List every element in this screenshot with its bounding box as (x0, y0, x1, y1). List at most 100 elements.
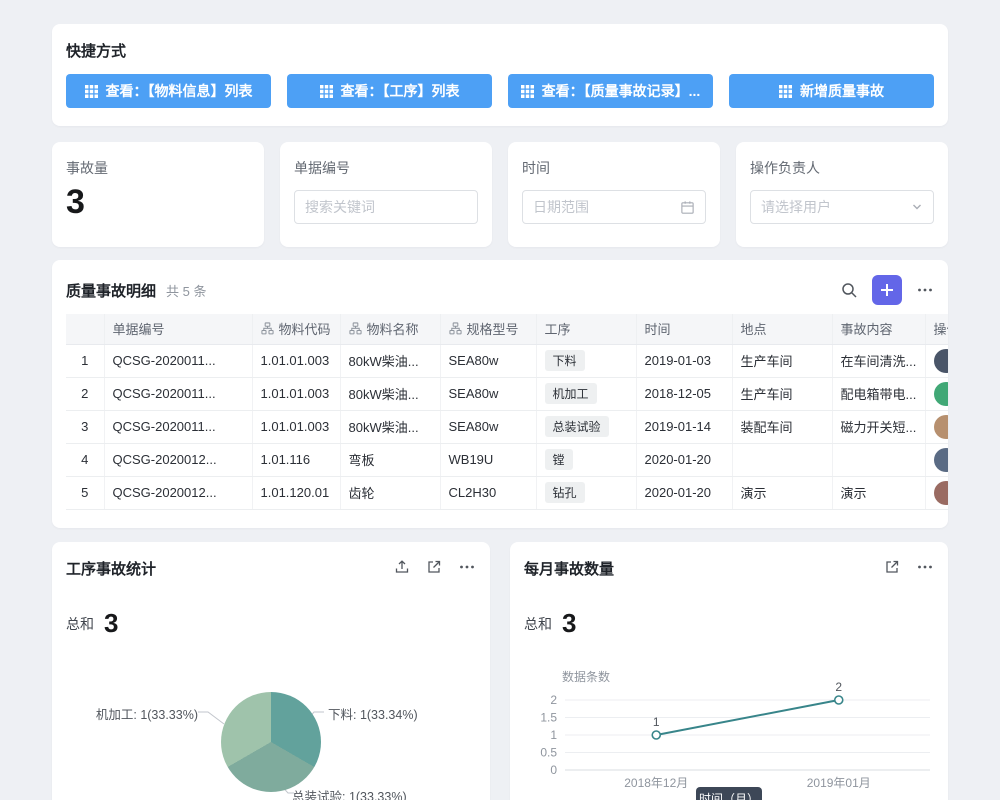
cell-place: 演示 (732, 476, 832, 509)
col-header-content[interactable]: 事故内容 (832, 314, 925, 344)
cell-content (832, 443, 925, 476)
table-header-row: 单据编号 物料代码 物料名称 规格型号 工序 时间 地点 事故内容 操作负责人 (66, 314, 948, 344)
col-header-spec[interactable]: 规格型号 (440, 314, 536, 344)
pie-total-label: 总和 (66, 614, 94, 634)
x-tick-label: 2018年12月 (624, 776, 688, 790)
tree-icon (449, 322, 462, 335)
doc-no-search-input[interactable] (305, 199, 467, 215)
data-point-label: 2 (835, 680, 842, 694)
shortcut-label: 查看：【物料信息】列表 (106, 81, 253, 101)
cell-doc-no: QCSG-2020011... (104, 410, 252, 443)
record-count: 共 5 条 (166, 281, 206, 300)
shortcut-view-material-list-button[interactable]: 查看：【物料信息】列表 (66, 74, 271, 108)
col-header-doc-no[interactable]: 单据编号 (104, 314, 252, 344)
table-scroll-area[interactable]: 单据编号 物料代码 物料名称 规格型号 工序 时间 地点 事故内容 操作负责人 … (66, 314, 948, 510)
cell-material-name: 80kW柴油... (340, 344, 440, 377)
cell-place: 生产车间 (732, 344, 832, 377)
shortcut-button-row: 查看：【物料信息】列表 查看：【工序】列表 查看：【质量事故记录】... 新增质… (66, 74, 934, 108)
grid-icon (779, 85, 792, 98)
cell-content: 磁力开关短... (832, 410, 925, 443)
shortcut-label: 新增质量事故 (800, 81, 884, 101)
data-point[interactable] (652, 731, 660, 739)
table-toolbar (840, 275, 934, 305)
cell-time: 2020-01-20 (636, 443, 732, 476)
incidents-table: 单据编号 物料代码 物料名称 规格型号 工序 时间 地点 事故内容 操作负责人 … (66, 314, 948, 510)
pie-total-row: 总和 3 (66, 608, 118, 639)
line-total-label: 总和 (524, 614, 552, 634)
cell-index: 3 (66, 410, 104, 443)
table-row[interactable]: 2 QCSG-2020011... 1.01.01.003 80kW柴油... … (66, 377, 948, 410)
cell-place: 生产车间 (732, 377, 832, 410)
chevron-down-icon (911, 201, 923, 213)
grid-icon (320, 85, 333, 98)
add-record-button[interactable] (872, 275, 902, 305)
shortcut-view-process-list-button[interactable]: 查看：【工序】列表 (287, 74, 492, 108)
cell-spec: CL2H30 (440, 476, 536, 509)
y-tick-label: 0.5 (540, 746, 557, 760)
shortcut-new-incident-button[interactable]: 新增质量事故 (729, 74, 934, 108)
incident-detail-card: 质量事故明细 共 5 条 单据编号 (52, 260, 948, 528)
open-in-new-icon[interactable] (426, 559, 442, 575)
cell-material-name: 齿轮 (340, 476, 440, 509)
cell-content: 演示 (832, 476, 925, 509)
process-tag: 钻孔 (545, 482, 585, 503)
plus-icon (880, 283, 894, 297)
download-icon[interactable] (394, 559, 410, 575)
cell-content: 在车间清洗... (832, 344, 925, 377)
col-header-operator[interactable]: 操作负责人 (925, 314, 948, 344)
search-icon[interactable] (840, 281, 858, 299)
avatar (934, 415, 949, 439)
date-range-input[interactable] (533, 199, 674, 215)
cell-spec: SEA80w (440, 377, 536, 410)
cell-material-name: 80kW柴油... (340, 377, 440, 410)
cell-operator (925, 443, 948, 476)
cell-doc-no: QCSG-2020011... (104, 377, 252, 410)
cell-operator (925, 410, 948, 443)
shortcut-label: 查看：【工序】列表 (341, 81, 460, 101)
col-header-material-name[interactable]: 物料名称 (340, 314, 440, 344)
monthly-incident-count-card: 每月事故数量 总和 3 数据条数 时间（月） 00.511.522018年12月… (510, 542, 948, 800)
open-in-new-icon[interactable] (884, 559, 900, 575)
process-incident-stats-card: 工序事故统计 总和 3 机加工: 1(33.33%) 下料: 1(33.34%)… (52, 542, 490, 800)
col-header-time[interactable]: 时间 (636, 314, 732, 344)
cell-doc-no: QCSG-2020012... (104, 476, 252, 509)
incident-detail-header: 质量事故明细 共 5 条 (52, 274, 948, 306)
cell-time: 2019-01-14 (636, 410, 732, 443)
doc-no-filter-label: 单据编号 (294, 158, 478, 178)
pie-slice-label-bottom: 总装试验: 1(33.33%) (292, 786, 407, 800)
incident-count-value: 3 (66, 182, 250, 223)
table-row[interactable]: 4 QCSG-2020012... 1.01.116 弯板 WB19U 镗 20… (66, 443, 948, 476)
more-icon[interactable] (916, 281, 934, 299)
incident-count-card: 事故量 3 (52, 142, 264, 247)
col-header-process[interactable]: 工序 (536, 314, 636, 344)
table-row[interactable]: 3 QCSG-2020011... 1.01.01.003 80kW柴油... … (66, 410, 948, 443)
table-row[interactable]: 5 QCSG-2020012... 1.01.120.01 齿轮 CL2H30 … (66, 476, 948, 509)
shortcut-view-incident-records-button[interactable]: 查看：【质量事故记录】... (508, 74, 713, 108)
avatar (934, 382, 949, 406)
calendar-icon[interactable] (680, 200, 695, 215)
pie-chart[interactable] (221, 692, 321, 792)
cell-place (732, 443, 832, 476)
user-select[interactable] (750, 190, 934, 224)
time-filter-label: 时间 (522, 158, 706, 178)
cell-material-name: 弯板 (340, 443, 440, 476)
date-range-box (522, 190, 706, 224)
more-icon[interactable] (458, 558, 476, 576)
line-chart[interactable]: 数据条数 时间（月） 00.511.522018年12月2019年01月12 (510, 667, 948, 800)
user-select-input[interactable] (761, 199, 905, 215)
time-filter-card: 时间 (508, 142, 720, 247)
cell-material-code: 1.01.116 (252, 443, 340, 476)
pie-card-toolbar (394, 558, 476, 576)
table-row[interactable]: 1 QCSG-2020011... 1.01.01.003 80kW柴油... … (66, 344, 948, 377)
more-icon[interactable] (916, 558, 934, 576)
operator-filter-card: 操作负责人 (736, 142, 948, 247)
data-point[interactable] (835, 696, 843, 704)
cell-process: 镗 (536, 443, 636, 476)
incident-detail-title: 质量事故明细 (66, 280, 156, 301)
cell-index: 4 (66, 443, 104, 476)
cell-spec: SEA80w (440, 344, 536, 377)
cell-index: 2 (66, 377, 104, 410)
line-total-value: 3 (562, 608, 576, 639)
col-header-place[interactable]: 地点 (732, 314, 832, 344)
col-header-material-code[interactable]: 物料代码 (252, 314, 340, 344)
